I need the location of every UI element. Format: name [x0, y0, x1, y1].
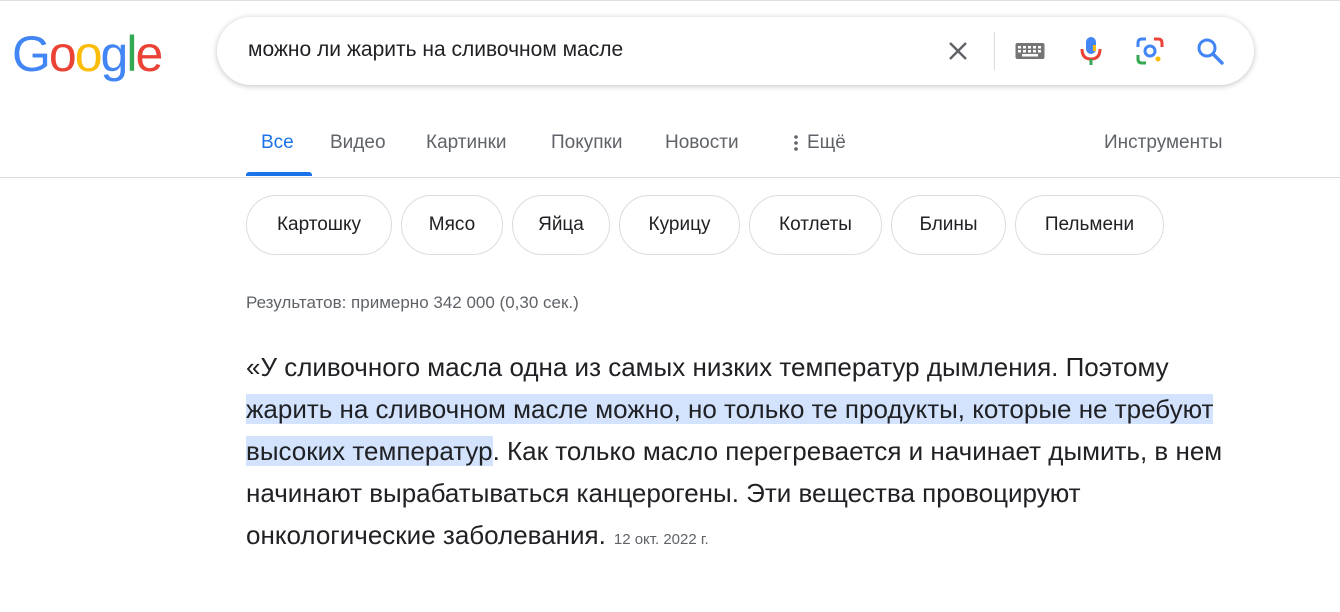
chip-chicken[interactable]: Курицу — [619, 195, 740, 255]
snippet-text: «У сливочного масла одна из самых низких… — [246, 352, 1169, 382]
logo-letter: l — [126, 26, 137, 82]
tab-images[interactable]: Картинки — [426, 132, 507, 154]
chip-dumplings[interactable]: Пельмени — [1015, 195, 1164, 255]
google-logo[interactable]: Google — [12, 26, 163, 82]
result-stats: Результатов: примерно 342 000 (0,30 сек.… — [246, 293, 579, 312]
logo-letter: G — [12, 26, 51, 82]
top-border — [0, 0, 1340, 1]
search-icon[interactable] — [1194, 35, 1226, 67]
logo-letter: o — [74, 26, 103, 82]
chip-cutlets[interactable]: Котлеты — [749, 195, 882, 255]
search-input[interactable]: можно ли жарить на сливочном масле — [248, 38, 623, 62]
tab-shopping[interactable]: Покупки — [551, 132, 622, 154]
logo-letter: g — [100, 26, 129, 82]
tab-more-label: Ещё — [807, 132, 846, 153]
lens-icon[interactable] — [1134, 35, 1166, 67]
logo-letter: o — [48, 26, 77, 82]
logo-letter: e — [135, 26, 163, 82]
keyboard-icon[interactable] — [1014, 35, 1046, 67]
microphone-icon[interactable] — [1075, 35, 1107, 67]
tab-video[interactable]: Видео — [330, 132, 386, 154]
chip-pancakes[interactable]: Блины — [891, 195, 1006, 255]
chip-potatoes[interactable]: Картошку — [246, 195, 392, 255]
search-tabs: Все Видео Картинки Покупки Новости Ещё — [246, 130, 1246, 178]
active-tab-indicator — [246, 172, 312, 176]
snippet-date: 12 окт. 2022 г. — [613, 531, 709, 548]
more-vert-icon — [794, 135, 798, 151]
tools-button[interactable]: Инструменты — [1104, 132, 1222, 154]
tabs-divider — [0, 177, 1340, 178]
close-icon[interactable] — [942, 35, 974, 67]
tab-more[interactable]: Ещё — [791, 132, 846, 154]
chip-meat[interactable]: Мясо — [401, 195, 503, 255]
tab-all[interactable]: Все — [261, 132, 294, 154]
search-box[interactable]: можно ли жарить на сливочном масле — [217, 17, 1254, 85]
featured-snippet: «У сливочного масла одна из самых низких… — [246, 346, 1226, 561]
divider — [994, 32, 995, 70]
chip-eggs[interactable]: Яйца — [512, 195, 610, 255]
tab-news[interactable]: Новости — [665, 132, 739, 154]
